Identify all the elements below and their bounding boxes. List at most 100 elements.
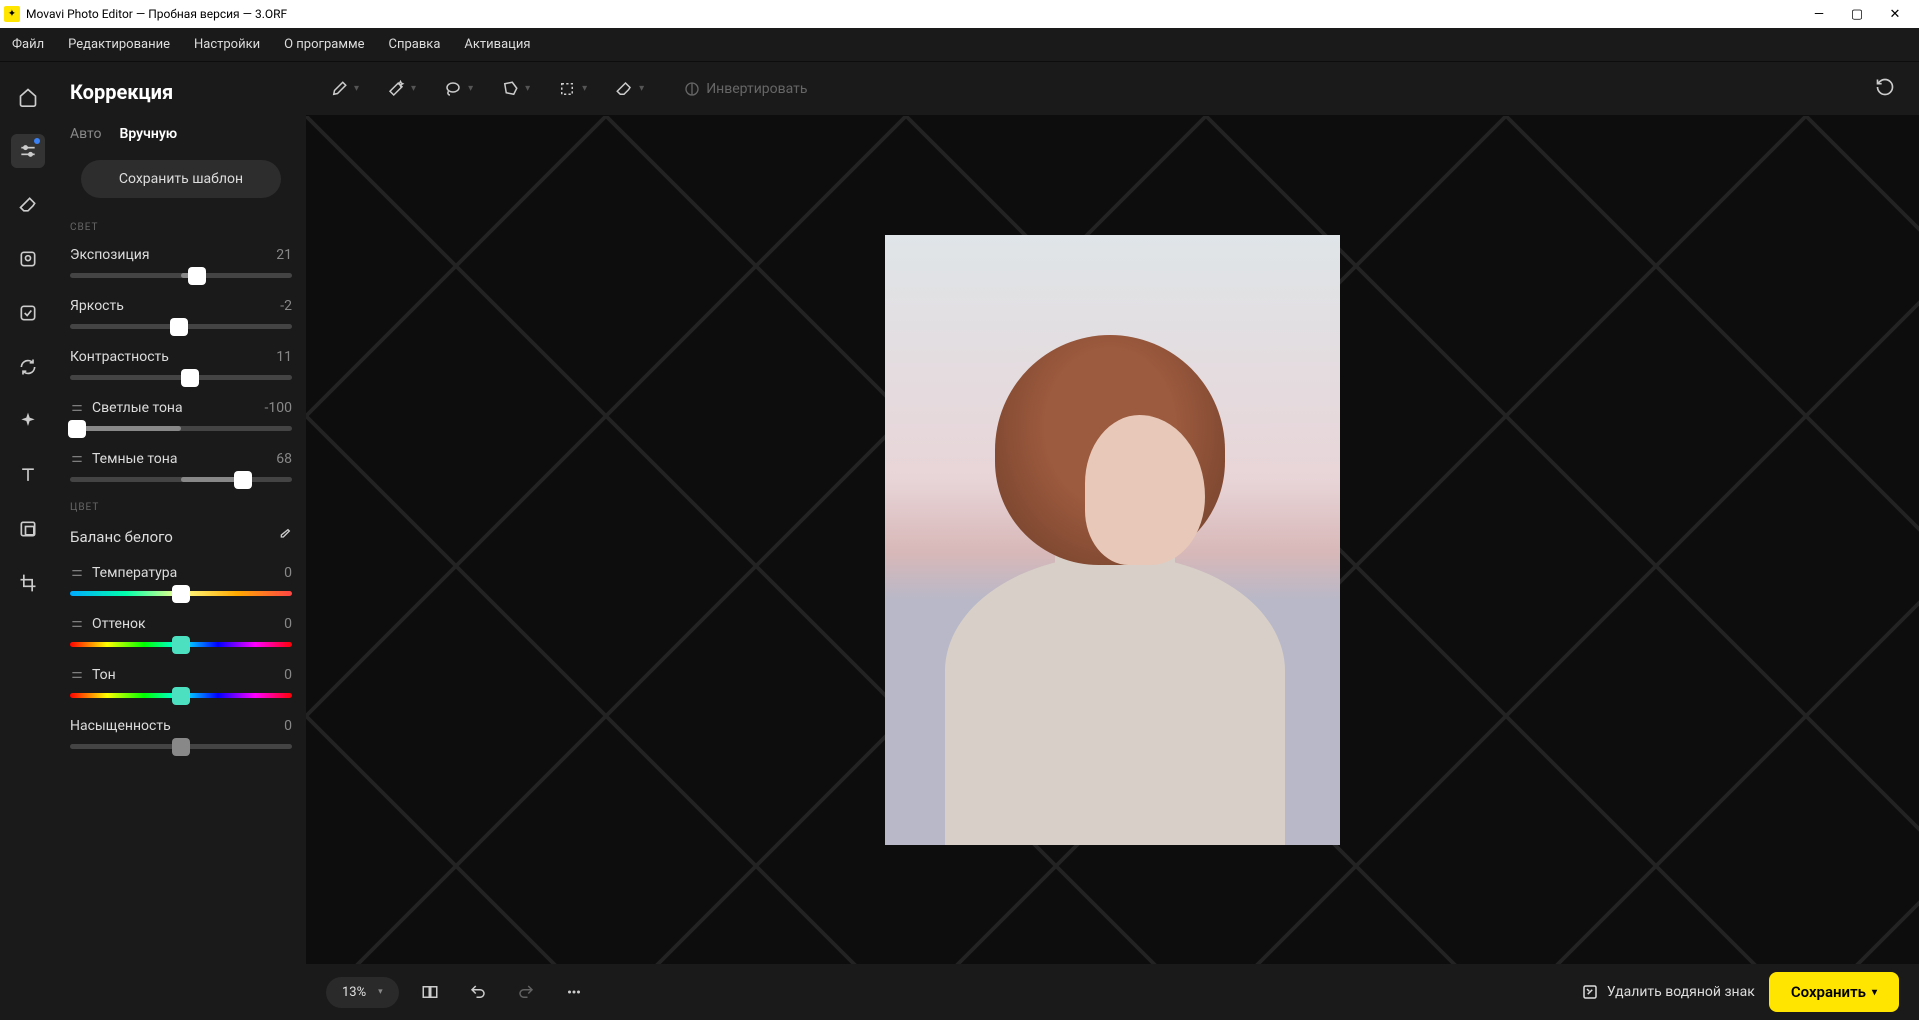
slider-tone: Тон 0 bbox=[70, 667, 292, 698]
slider-value: -100 bbox=[265, 400, 292, 416]
menu-bar: Файл Редактирование Настройки О программ… bbox=[0, 28, 1919, 62]
slider-label: Темные тона bbox=[70, 451, 177, 467]
slider-label: Контрастность bbox=[70, 349, 169, 365]
chevron-down-icon: ▾ bbox=[378, 987, 383, 997]
menu-help[interactable]: Справка bbox=[389, 37, 441, 52]
canvas-area: ▾ ▾ ▾ ▾ ▾ ▾ Инвертировать 13%▾ bbox=[306, 62, 1919, 1020]
slider-track[interactable] bbox=[70, 642, 292, 647]
slider-exposure: Экспозиция 21 bbox=[70, 247, 292, 278]
wb-label: Баланс белого bbox=[70, 528, 173, 546]
adjust-mini-icon bbox=[70, 566, 84, 580]
sparkle-icon[interactable] bbox=[11, 404, 45, 438]
compare-icon[interactable] bbox=[413, 975, 447, 1009]
close-button[interactable]: ✕ bbox=[1885, 8, 1905, 21]
slider-track[interactable] bbox=[70, 375, 292, 380]
white-balance-row: Баланс белого bbox=[70, 527, 292, 547]
slider-value: 0 bbox=[284, 718, 292, 734]
photo-preview bbox=[885, 235, 1340, 845]
slider-label: Экспозиция bbox=[70, 247, 150, 263]
mode-tabs: Авто Вручную bbox=[70, 126, 292, 142]
slider-track[interactable] bbox=[70, 426, 292, 431]
slider-label: Тон bbox=[70, 667, 116, 683]
slider-tint: Оттенок 0 bbox=[70, 616, 292, 647]
menu-settings[interactable]: Настройки bbox=[194, 37, 260, 52]
app-icon bbox=[4, 6, 20, 22]
marquee-tool[interactable]: ▾ bbox=[558, 80, 587, 98]
adjust-mini-icon bbox=[70, 617, 84, 631]
lasso-tool[interactable]: ▾ bbox=[444, 80, 473, 98]
panel-title: Коррекция bbox=[70, 80, 292, 104]
minimize-button[interactable]: — bbox=[1809, 8, 1829, 21]
sync-icon[interactable] bbox=[11, 350, 45, 384]
tool-rail bbox=[0, 62, 56, 1020]
adjust-mini-icon bbox=[70, 401, 84, 415]
menu-activation[interactable]: Активация bbox=[464, 37, 530, 52]
chevron-down-icon: ▾ bbox=[468, 83, 473, 94]
reset-icon[interactable] bbox=[1875, 77, 1895, 101]
slider-track[interactable] bbox=[70, 477, 292, 482]
menu-about[interactable]: О программе bbox=[284, 37, 364, 52]
slider-track[interactable] bbox=[70, 591, 292, 596]
slider-value: 0 bbox=[284, 565, 292, 581]
redo-icon[interactable] bbox=[509, 975, 543, 1009]
menu-file[interactable]: Файл bbox=[12, 37, 44, 52]
tab-auto[interactable]: Авто bbox=[70, 126, 102, 142]
chevron-down-icon: ▾ bbox=[1872, 987, 1877, 998]
zoom-control[interactable]: 13%▾ bbox=[326, 977, 399, 1008]
image-viewport[interactable] bbox=[306, 116, 1919, 964]
title-bar: Movavi Photo Editor — Пробная версия — 3… bbox=[0, 0, 1919, 28]
adjust-mini-icon bbox=[70, 668, 84, 682]
slider-value: -2 bbox=[280, 298, 292, 314]
crop-icon[interactable] bbox=[11, 566, 45, 600]
slider-brightness: Яркость-2 bbox=[70, 298, 292, 329]
section-color-label: ЦВЕТ bbox=[70, 502, 292, 513]
face-retouch-icon[interactable] bbox=[11, 242, 45, 276]
text-icon[interactable] bbox=[11, 458, 45, 492]
slider-label: Светлые тона bbox=[70, 400, 183, 416]
slider-value: 0 bbox=[284, 616, 292, 632]
slider-value: 21 bbox=[276, 247, 292, 263]
menu-edit[interactable]: Редактирование bbox=[68, 37, 170, 52]
invert-button[interactable]: Инвертировать bbox=[684, 81, 807, 97]
adjust-mini-icon bbox=[70, 452, 84, 466]
remove-watermark-button[interactable]: Удалить водяной знак bbox=[1581, 983, 1755, 1001]
eraser-icon[interactable] bbox=[11, 188, 45, 222]
slider-track[interactable] bbox=[70, 693, 292, 698]
selection-toolbar: ▾ ▾ ▾ ▾ ▾ ▾ Инвертировать bbox=[306, 62, 1919, 116]
window-title: Movavi Photo Editor — Пробная версия — 3… bbox=[26, 7, 1809, 21]
chevron-down-icon: ▾ bbox=[582, 83, 587, 94]
magic-wand-tool[interactable]: ▾ bbox=[387, 80, 416, 98]
correction-panel: Коррекция Авто Вручную Сохранить шаблон … bbox=[56, 62, 306, 1020]
slider-label: Температура bbox=[70, 565, 177, 581]
slider-label: Насыщенность bbox=[70, 718, 171, 734]
chevron-down-icon: ▾ bbox=[411, 83, 416, 94]
slider-shadows: Темные тона68 bbox=[70, 451, 292, 482]
chevron-down-icon: ▾ bbox=[525, 83, 530, 94]
save-button[interactable]: Сохранить▾ bbox=[1769, 972, 1899, 1012]
brush-tool[interactable]: ▾ bbox=[330, 80, 359, 98]
slider-track[interactable] bbox=[70, 744, 292, 749]
tab-manual[interactable]: Вручную bbox=[120, 126, 178, 142]
slider-contrast: Контрастность 11 bbox=[70, 349, 292, 380]
eraser-selection-tool[interactable]: ▾ bbox=[615, 80, 644, 98]
effects-icon[interactable] bbox=[11, 296, 45, 330]
home-icon[interactable] bbox=[11, 80, 45, 114]
slider-temperature: Температура 0 bbox=[70, 565, 292, 596]
bottom-toolbar: 13%▾ Удалить водяной знак Сохранить▾ bbox=[306, 964, 1919, 1020]
slider-track[interactable] bbox=[70, 273, 292, 278]
slider-track[interactable] bbox=[70, 324, 292, 329]
save-template-button[interactable]: Сохранить шаблон bbox=[81, 160, 281, 198]
section-light-label: СВЕТ bbox=[70, 222, 292, 233]
chevron-down-icon: ▾ bbox=[354, 83, 359, 94]
slider-label: Оттенок bbox=[70, 616, 146, 632]
slider-value: 11 bbox=[276, 349, 292, 365]
resize-icon[interactable] bbox=[11, 512, 45, 546]
more-icon[interactable] bbox=[557, 975, 591, 1009]
slider-value: 0 bbox=[284, 667, 292, 683]
slider-highlights: Светлые тона -100 bbox=[70, 400, 292, 431]
eyedropper-icon[interactable] bbox=[276, 527, 292, 547]
adjust-icon[interactable] bbox=[11, 134, 45, 168]
maximize-button[interactable]: ▢ bbox=[1847, 8, 1867, 21]
poly-lasso-tool[interactable]: ▾ bbox=[501, 80, 530, 98]
undo-icon[interactable] bbox=[461, 975, 495, 1009]
